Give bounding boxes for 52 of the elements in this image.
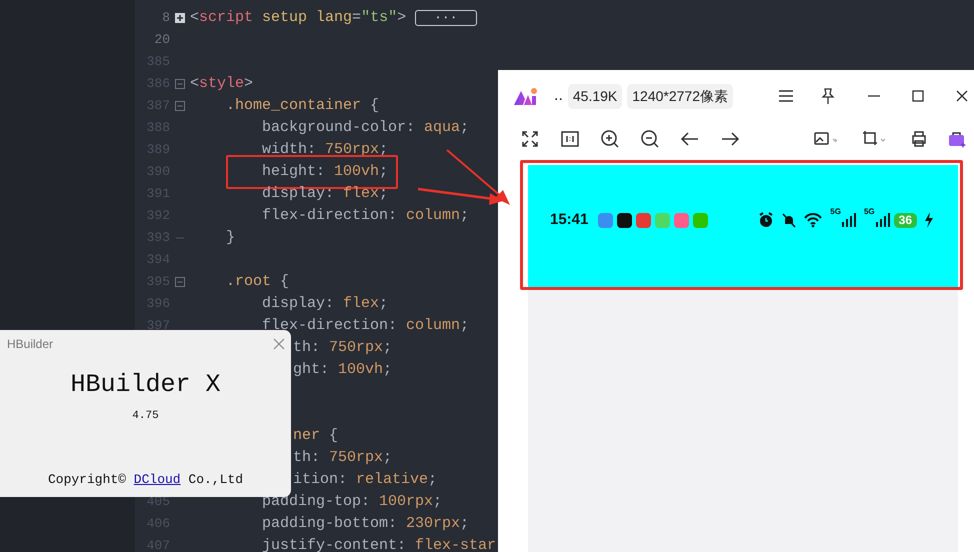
- code-line: .home_container {: [226, 96, 380, 116]
- product-name: HBuilder X: [70, 369, 221, 401]
- code-line: justify-content: flex-star: [262, 536, 496, 552]
- zoom-out-button[interactable]: [640, 129, 660, 149]
- minimize-icon: [868, 95, 880, 97]
- expand-icon[interactable]: [175, 13, 185, 23]
- muted-bell-icon: [781, 212, 798, 228]
- collapse-icon[interactable]: [175, 277, 185, 287]
- copyright-text: Copyright© DCloud Co.,Ltd: [48, 470, 244, 488]
- code-line: <script setup lang="ts">: [190, 8, 406, 28]
- wifi-icon: [804, 212, 822, 228]
- code-line: padding-bottom: 230rpx;: [262, 514, 470, 534]
- actual-size-button[interactable]: [560, 129, 580, 149]
- company-link[interactable]: DCloud: [134, 472, 181, 486]
- file-name: ..: [554, 86, 563, 106]
- line-number: 20: [154, 32, 170, 48]
- collapse-icon[interactable]: [175, 101, 185, 111]
- file-size: 45.19K: [568, 84, 622, 108]
- print-button[interactable]: [910, 130, 928, 148]
- code-line: ition: relative;: [293, 470, 438, 490]
- collapse-icon[interactable]: [175, 79, 185, 89]
- code-line: <style>: [190, 74, 254, 94]
- code-line: ner {: [293, 426, 338, 446]
- status-time: 15:41: [550, 210, 588, 230]
- network-label: 5G: [830, 208, 841, 216]
- code-line: th: 750rpx;: [293, 338, 392, 358]
- alarm-icon: [758, 212, 774, 228]
- code-line: th: 750rpx;: [293, 448, 392, 468]
- toolbox-button[interactable]: [948, 130, 966, 148]
- app-logo-icon: [514, 87, 538, 105]
- code-line: ght: 100vh;: [293, 360, 392, 380]
- fullscreen-button[interactable]: [520, 129, 540, 149]
- network-label: 5G: [864, 208, 875, 216]
- version-text: 4.75: [132, 408, 159, 424]
- code-line: .root {: [226, 272, 290, 292]
- code-line: }: [226, 228, 236, 248]
- code-line: flex-direction: column;: [262, 316, 470, 336]
- image-dimensions: 1240*2772像素: [627, 84, 734, 108]
- battery-level: 36: [894, 212, 917, 228]
- folded-code-button[interactable]: ···: [415, 10, 476, 26]
- image-edit-button[interactable]: [814, 130, 840, 148]
- charging-icon: [924, 212, 934, 228]
- dialog-title: HBuilder: [7, 336, 54, 353]
- line-number: 8: [162, 10, 170, 26]
- signal-icon: [876, 212, 890, 228]
- crop-button[interactable]: [862, 130, 888, 148]
- zoom-in-button[interactable]: [600, 129, 620, 149]
- code-line: background-color: aqua;: [262, 118, 470, 138]
- code-line: display: flex;: [262, 294, 388, 314]
- code-line: flex-direction: column;: [262, 206, 470, 226]
- signal-icon: [842, 212, 856, 228]
- code-line: padding-top: 100rpx;: [262, 492, 442, 512]
